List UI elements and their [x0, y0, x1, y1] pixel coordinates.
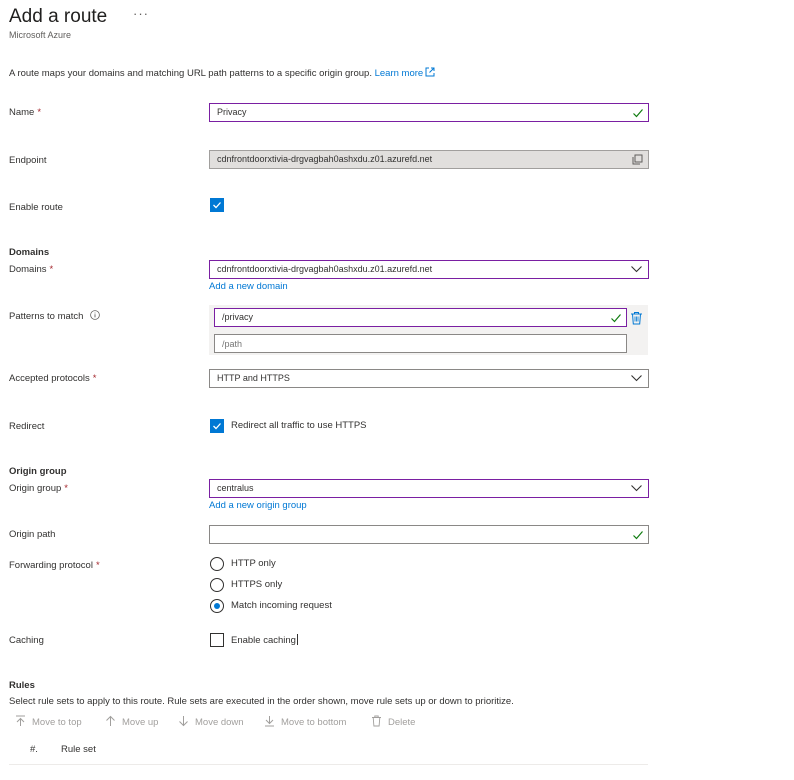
- page-description: A route maps your domains and matching U…: [9, 67, 435, 79]
- origin-path-label: Origin path: [9, 529, 56, 540]
- add-domain-link[interactable]: Add a new domain: [209, 281, 288, 292]
- external-link-icon: [425, 67, 435, 77]
- pattern-input[interactable]: /privacy: [214, 308, 627, 327]
- patterns-label: Patterns to match: [9, 310, 100, 322]
- column-header-index: #.: [30, 744, 38, 755]
- learn-more-link[interactable]: Learn more: [374, 67, 436, 79]
- copy-icon[interactable]: [632, 154, 643, 165]
- name-value: Privacy: [217, 107, 247, 117]
- radio-http-only-label: HTTP only: [231, 558, 276, 569]
- delete-button[interactable]: Delete: [371, 715, 415, 728]
- move-to-bottom-icon: [265, 716, 274, 727]
- radio-https-only-label: HTTPS only: [231, 579, 283, 590]
- radio-https-only[interactable]: [210, 578, 224, 592]
- checkmark-icon: [213, 202, 221, 209]
- endpoint-label: Endpoint: [9, 155, 47, 166]
- protocols-dropdown[interactable]: HTTP and HTTPS: [209, 369, 649, 388]
- valid-check-icon: [611, 314, 621, 323]
- description-text: A route maps your domains and matching U…: [9, 68, 372, 79]
- checkmark-icon: [213, 423, 221, 430]
- page-subtitle: Microsoft Azure: [9, 30, 72, 40]
- redirect-option-label: Redirect all traffic to use HTTPS: [231, 420, 367, 431]
- caching-option-label: Enable caching: [231, 634, 298, 646]
- learn-more-label: Learn more: [374, 68, 424, 79]
- domains-label: Domains *: [9, 264, 54, 275]
- add-origin-group-link[interactable]: Add a new origin group: [209, 500, 307, 511]
- redirect-checkbox[interactable]: [210, 419, 224, 433]
- move-to-bottom-button[interactable]: Move to bottom: [264, 715, 346, 728]
- valid-check-icon: [633, 531, 643, 540]
- move-to-top-button[interactable]: Move to top: [15, 715, 82, 728]
- pattern-value: /privacy: [222, 312, 254, 322]
- chevron-down-icon: [631, 375, 642, 382]
- endpoint-value: cdnfrontdoorxtivia-drgvagbah0ashxdu.z01.…: [217, 154, 433, 164]
- rules-section-title: Rules: [9, 680, 35, 691]
- origin-group-label: Origin group *: [9, 483, 68, 494]
- new-pattern-input[interactable]: [214, 334, 627, 353]
- caching-label: Caching: [9, 635, 44, 646]
- radio-match-incoming-label: Match incoming request: [231, 600, 332, 611]
- endpoint-field: cdnfrontdoorxtivia-drgvagbah0ashxdu.z01.…: [209, 150, 649, 169]
- text-cursor: [296, 634, 298, 645]
- enable-route-label: Enable route: [9, 202, 63, 213]
- domains-dropdown[interactable]: cdnfrontdoorxtivia-drgvagbah0ashxdu.z01.…: [209, 260, 649, 279]
- domains-section-title: Domains: [9, 247, 50, 258]
- valid-check-icon: [633, 109, 643, 118]
- table-header-divider: [9, 764, 648, 765]
- trash-icon: [372, 715, 381, 727]
- column-header-rule-set: Rule set: [61, 744, 96, 755]
- more-options-button[interactable]: ···: [133, 6, 149, 21]
- domains-value: cdnfrontdoorxtivia-drgvagbah0ashxdu.z01.…: [217, 264, 433, 274]
- redirect-label: Redirect: [9, 421, 45, 432]
- move-to-top-icon: [16, 715, 25, 726]
- enable-route-checkbox[interactable]: [210, 198, 224, 212]
- delete-pattern-icon[interactable]: [630, 311, 643, 325]
- origin-path-input[interactable]: [209, 525, 649, 544]
- forwarding-label: Forwarding protocol *: [9, 560, 100, 571]
- arrow-down-icon: [179, 716, 188, 727]
- name-label: Name *: [9, 107, 42, 118]
- origin-section-title: Origin group: [9, 466, 67, 477]
- origin-group-value: centralus: [217, 483, 254, 493]
- rules-description: Select rule sets to apply to this route.…: [9, 696, 514, 707]
- chevron-down-icon: [631, 266, 642, 273]
- info-icon[interactable]: [90, 310, 100, 320]
- protocols-label: Accepted protocols *: [9, 373, 97, 384]
- move-up-button[interactable]: Move up: [105, 715, 158, 728]
- caching-checkbox[interactable]: [210, 633, 224, 647]
- name-input[interactable]: Privacy: [209, 103, 649, 122]
- origin-group-dropdown[interactable]: centralus: [209, 479, 649, 498]
- arrow-up-icon: [106, 715, 115, 726]
- page-title: Add a route: [9, 6, 108, 27]
- radio-match-incoming[interactable]: [210, 599, 224, 613]
- radio-http-only[interactable]: [210, 557, 224, 571]
- move-down-button[interactable]: Move down: [178, 715, 244, 728]
- chevron-down-icon: [631, 485, 642, 492]
- protocols-value: HTTP and HTTPS: [217, 373, 290, 383]
